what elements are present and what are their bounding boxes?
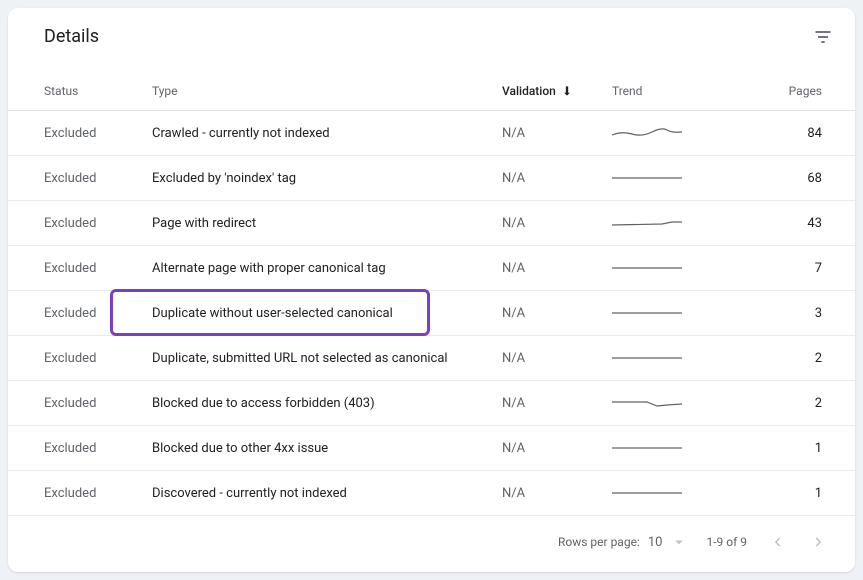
sparkline-icon: [612, 438, 682, 458]
cell-pages: 1: [752, 486, 822, 501]
cell-status: Excluded: [44, 306, 152, 321]
cell-validation: N/A: [502, 216, 612, 231]
cell-type: Discovered - currently not indexed: [152, 486, 502, 501]
sparkline-icon: [612, 258, 682, 278]
table-row[interactable]: ExcludedDuplicate without user-selected …: [8, 291, 855, 336]
cell-status: Excluded: [44, 171, 152, 186]
cell-status: Excluded: [44, 216, 152, 231]
col-header-pages[interactable]: Pages: [752, 84, 822, 98]
filter-icon[interactable]: [813, 27, 833, 47]
rows-per-page[interactable]: Rows per page: 10: [558, 533, 688, 551]
cell-validation: N/A: [502, 261, 612, 276]
cell-type: Duplicate without user-selected canonica…: [152, 306, 502, 321]
cell-trend: [612, 483, 752, 503]
col-header-trend[interactable]: Trend: [612, 84, 752, 98]
table-row[interactable]: ExcludedAlternate page with proper canon…: [8, 246, 855, 291]
details-card: Details Status Type Validation Trend Pag…: [8, 8, 855, 572]
rows-per-page-value: 10: [648, 535, 663, 550]
cell-type: Page with redirect: [152, 216, 502, 231]
table-row[interactable]: ExcludedBlocked due to access forbidden …: [8, 381, 855, 426]
cell-trend: [612, 348, 752, 368]
sparkline-icon: [612, 168, 682, 188]
col-header-validation-label: Validation: [502, 84, 556, 98]
sparkline-icon: [612, 348, 682, 368]
table-header-row: Status Type Validation Trend Pages: [8, 71, 855, 111]
cell-trend: [612, 213, 752, 233]
details-table: Status Type Validation Trend Pages Exclu…: [8, 71, 855, 516]
cell-trend: [612, 123, 752, 143]
table-body: ExcludedCrawled - currently not indexedN…: [8, 111, 855, 516]
cell-validation: N/A: [502, 441, 612, 456]
cell-pages: 3: [752, 306, 822, 321]
cell-trend: [612, 258, 752, 278]
cell-pages: 84: [752, 126, 822, 141]
sparkline-icon: [612, 123, 682, 143]
chevron-right-icon: [810, 533, 828, 551]
sparkline-icon: [612, 303, 682, 323]
cell-pages: 7: [752, 261, 822, 276]
sparkline-icon: [612, 393, 682, 413]
table-row[interactable]: ExcludedDiscovered - currently not index…: [8, 471, 855, 516]
cell-trend: [612, 438, 752, 458]
rows-per-page-label: Rows per page:: [558, 535, 640, 549]
table-row[interactable]: ExcludedDuplicate, submitted URL not sel…: [8, 336, 855, 381]
cell-trend: [612, 303, 752, 323]
pagination-range: 1-9 of 9: [706, 535, 747, 549]
cell-status: Excluded: [44, 486, 152, 501]
cell-validation: N/A: [502, 126, 612, 141]
chevron-left-icon: [768, 533, 786, 551]
col-header-type[interactable]: Type: [152, 84, 502, 98]
cell-type: Excluded by 'noindex' tag: [152, 171, 502, 186]
table-row[interactable]: ExcludedExcluded by 'noindex' tagN/A 68: [8, 156, 855, 201]
cell-validation: N/A: [502, 171, 612, 186]
cell-pages: 2: [752, 351, 822, 366]
cell-pages: 2: [752, 396, 822, 411]
prev-page-button[interactable]: [765, 530, 789, 554]
table-row[interactable]: ExcludedBlocked due to other 4xx issueN/…: [8, 426, 855, 471]
next-page-button[interactable]: [807, 530, 831, 554]
cell-validation: N/A: [502, 486, 612, 501]
sparkline-icon: [612, 213, 682, 233]
table-row[interactable]: ExcludedPage with redirectN/A 43: [8, 201, 855, 246]
cell-status: Excluded: [44, 261, 152, 276]
cell-validation: N/A: [502, 351, 612, 366]
cell-type: Alternate page with proper canonical tag: [152, 261, 502, 276]
cell-trend: [612, 168, 752, 188]
cell-trend: [612, 393, 752, 413]
cell-type: Crawled - currently not indexed: [152, 126, 502, 141]
cell-validation: N/A: [502, 306, 612, 321]
cell-type: Blocked due to access forbidden (403): [152, 396, 502, 411]
cell-validation: N/A: [502, 396, 612, 411]
sparkline-icon: [612, 483, 682, 503]
cell-status: Excluded: [44, 441, 152, 456]
dropdown-icon: [670, 533, 688, 551]
cell-status: Excluded: [44, 396, 152, 411]
cell-pages: 43: [752, 216, 822, 231]
col-header-status[interactable]: Status: [44, 84, 152, 98]
cell-type: Blocked due to other 4xx issue: [152, 441, 502, 456]
cell-type: Duplicate, submitted URL not selected as…: [152, 351, 502, 366]
card-title: Details: [44, 26, 99, 47]
sort-descending-icon: [560, 84, 574, 98]
col-header-validation[interactable]: Validation: [502, 84, 612, 98]
card-header: Details: [8, 8, 855, 71]
cell-status: Excluded: [44, 351, 152, 366]
cell-status: Excluded: [44, 126, 152, 141]
table-row[interactable]: ExcludedCrawled - currently not indexedN…: [8, 111, 855, 156]
cell-pages: 68: [752, 171, 822, 186]
cell-pages: 1: [752, 441, 822, 456]
pagination-footer: Rows per page: 10 1-9 of 9: [8, 516, 855, 568]
